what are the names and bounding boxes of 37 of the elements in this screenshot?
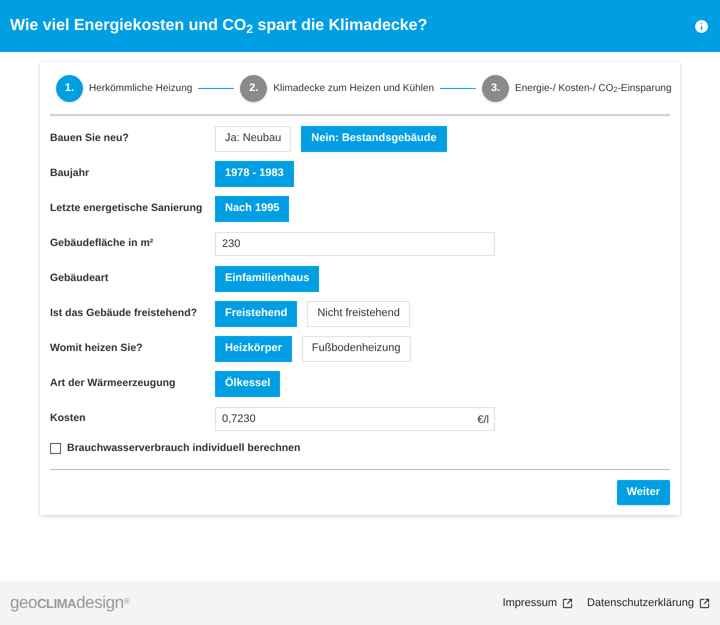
external-link-icon <box>562 598 573 608</box>
option-button[interactable]: Ja: Neubau <box>215 126 292 152</box>
footer-link[interactable]: Impressum <box>502 594 573 612</box>
field-label: Letzte energetische Sanierung <box>50 200 204 216</box>
footer-link[interactable]: Datenschutzerklärung <box>586 594 710 612</box>
step-number: 3. <box>482 74 510 102</box>
option-button[interactable]: Freistehend <box>215 300 298 326</box>
field-label: Gebäudefläche in m² <box>50 236 154 251</box>
step-number: 1. <box>56 74 83 102</box>
field-label: Bauen Sie neu? <box>50 130 130 146</box>
option-button[interactable]: Nicht freistehend <box>307 300 410 326</box>
info-icon[interactable] <box>693 18 710 34</box>
checkbox[interactable] <box>50 443 61 454</box>
option-button[interactable]: Ölkessel <box>215 370 280 396</box>
option-button[interactable]: Nein: Bestandsgebäude <box>301 126 447 152</box>
field-label: Art der Wärmeerzeugung <box>50 376 176 391</box>
field-label: Ist das Gebäude freistehend? <box>50 306 198 321</box>
step-label: Klimadecke zum Heizen und Kühlen <box>273 82 434 96</box>
input-field[interactable]: 230 <box>215 232 495 256</box>
option-button[interactable]: Einfamilienhaus <box>215 266 320 292</box>
field-label: Womit heizen Sie? <box>50 340 144 356</box>
unit-label: €/l <box>477 412 489 428</box>
option-button[interactable]: Nach 1995 <box>215 196 290 222</box>
option-button[interactable]: 1978 - 1983 <box>215 160 294 186</box>
field-label: Gebäudeart <box>50 270 110 286</box>
page-title: Wie viel Energiekosten und CO$_{2}$ spart die Klimadecke? <box>10 16 428 38</box>
logo: geoCLIMAdesign$^{®}$ <box>10 592 130 614</box>
step-label: Energie-/ Kosten-/ CO$_{2}$-Einsparung <box>515 82 672 96</box>
external-link-icon <box>699 598 710 608</box>
option-button[interactable]: Heizkörper <box>215 336 292 362</box>
field-label: Baujahr <box>50 166 90 181</box>
step-label: Herkömmliche Heizung <box>89 82 192 96</box>
field-label: Kosten <box>50 410 87 426</box>
step-number: 2. <box>240 74 268 102</box>
option-button[interactable]: Fußbodenheizung <box>302 336 411 362</box>
checkbox-label: Brauchwasserverbrauch individuell berechnen <box>67 440 300 456</box>
next-button[interactable]: Weiter <box>616 480 670 505</box>
